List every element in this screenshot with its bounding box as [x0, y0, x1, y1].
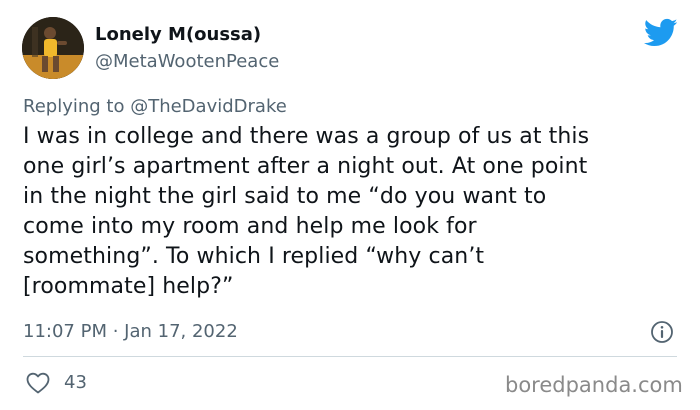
like-count: 43 [64, 372, 87, 393]
avatar[interactable] [22, 17, 84, 79]
avatar-image [22, 17, 84, 79]
replying-to-mention[interactable]: @TheDavidDrake [130, 96, 287, 117]
author-display-name[interactable]: Lonely M(oussa) [95, 24, 261, 46]
watermark: boredpanda.com [505, 373, 683, 397]
info-icon[interactable] [650, 320, 674, 344]
replying-to: Replying to @TheDavidDrake [23, 95, 287, 119]
tweet-text-line: something”. To which I replied “why can’… [23, 244, 485, 269]
heart-icon[interactable] [25, 371, 51, 395]
author-handle[interactable]: @MetaWootenPeace [95, 51, 279, 73]
tweet-text-line: come into my room and help me look for [23, 214, 477, 239]
divider [23, 356, 677, 357]
tweet-text: I was in college and there was a group o… [23, 122, 683, 302]
twitter-bird-icon[interactable] [643, 18, 678, 48]
tweet-text-line: I was in college and there was a group o… [23, 124, 590, 149]
tweet-timestamp[interactable]: 11:07 PM · Jan 17, 2022 [23, 320, 238, 344]
tweet-text-line: in the night the girl said to me “do you… [23, 184, 547, 209]
replying-to-prefix: Replying to [23, 96, 131, 117]
tweet-text-line: one girl’s apartment after a night out. … [23, 154, 588, 179]
tweet-text-line: [roommate] help?” [23, 274, 234, 299]
